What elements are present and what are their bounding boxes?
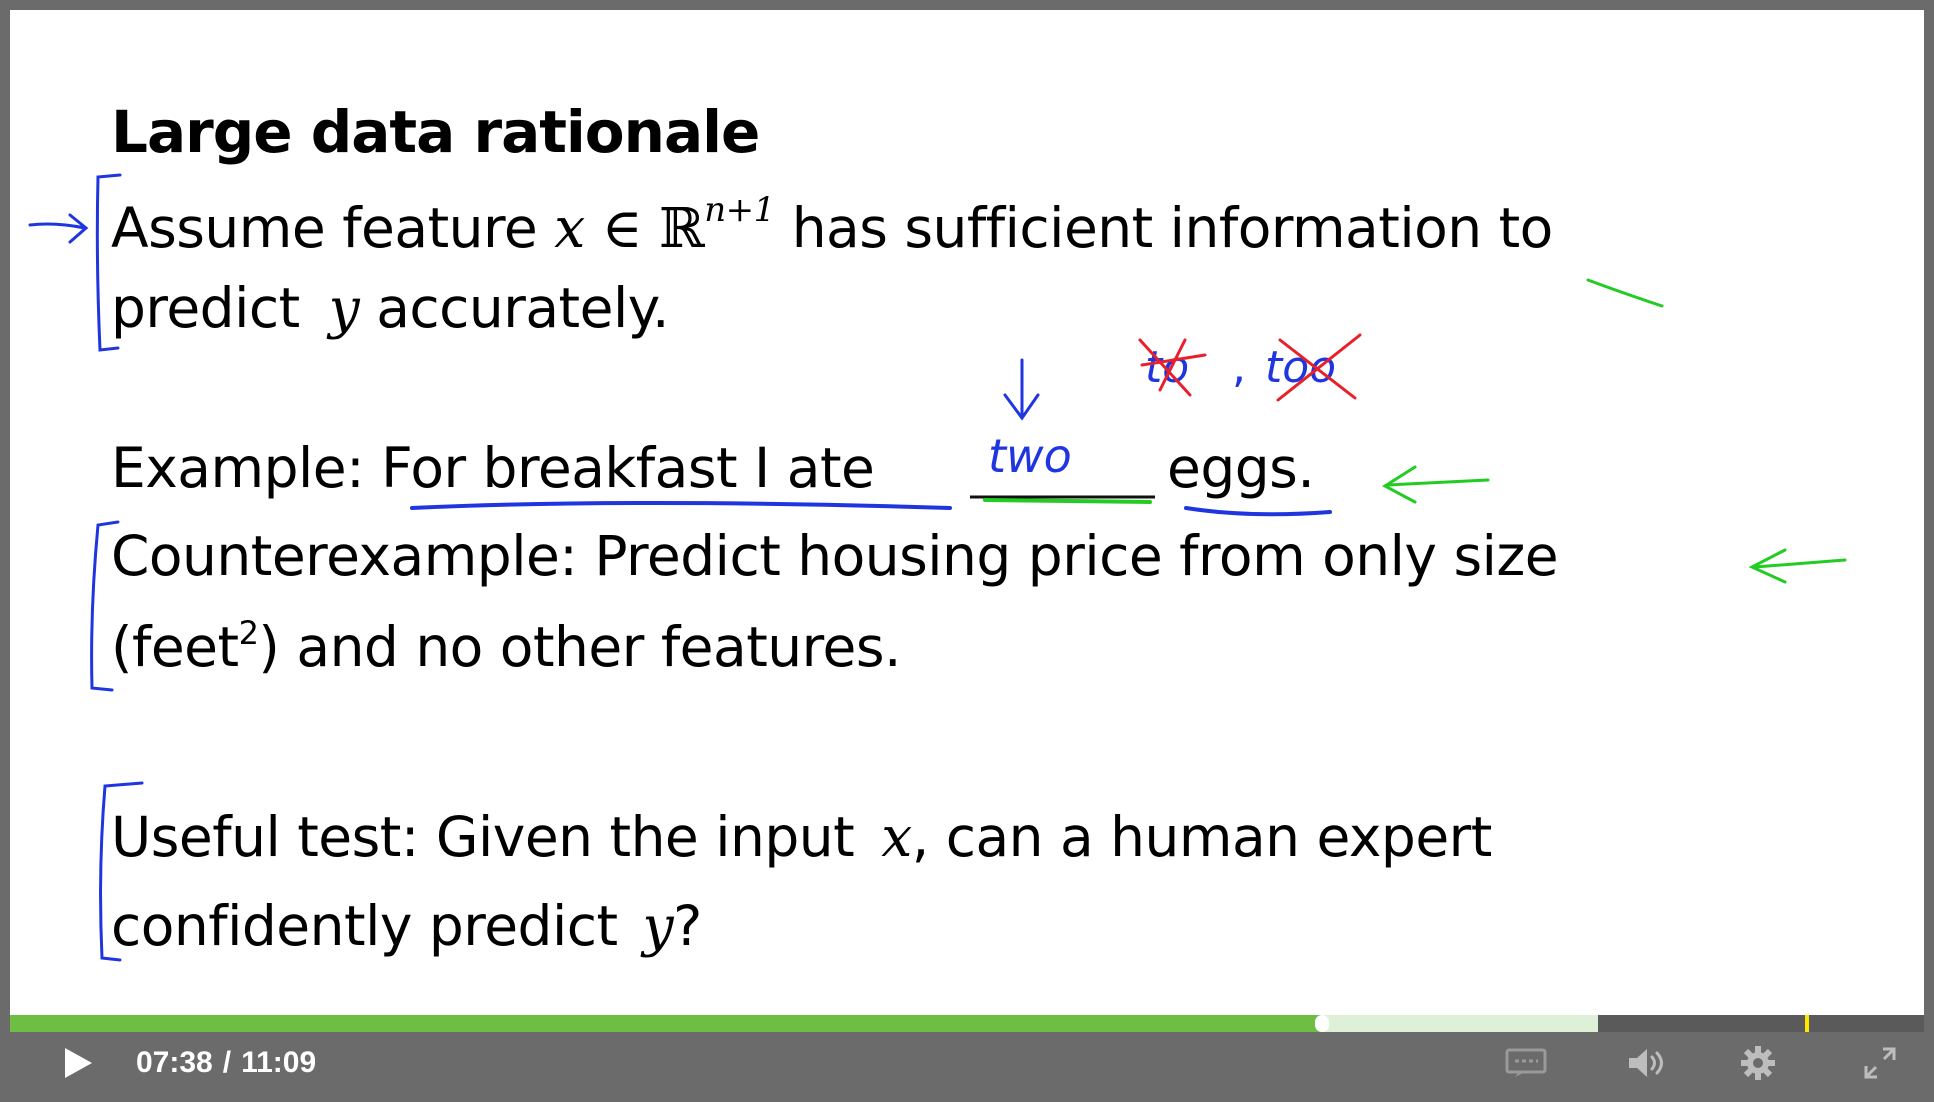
red-cross-1	[1138, 338, 1207, 397]
example-phrase: For breakfast I ate	[381, 436, 875, 500]
play-icon	[65, 1048, 92, 1078]
math-y-2: y	[642, 894, 674, 958]
example-label: Example:	[111, 436, 365, 500]
math-reals: ℝ	[658, 196, 705, 260]
counter-prefix: (feet	[111, 615, 239, 679]
green-arrow-example-icon	[1382, 465, 1490, 504]
captions-icon	[1505, 1048, 1547, 1077]
counter-superscript: 2	[238, 614, 259, 652]
blue-underline-eggs	[1184, 506, 1332, 517]
fullscreen-button[interactable]	[1850, 1032, 1910, 1094]
control-bar: 07:38 / 11:09	[10, 1032, 1924, 1094]
red-cross-2	[1276, 333, 1362, 402]
crossed-word-too: too	[1265, 342, 1336, 393]
accurately-word: accurately.	[376, 276, 669, 340]
assume-suffix: has sufficient information to	[791, 196, 1554, 260]
video-player: Large data rationale Assume feature x ∈ …	[0, 0, 1934, 1102]
counter-line-1: Counterexample: Predict housing price fr…	[111, 524, 1559, 588]
play-button[interactable]	[48, 1032, 108, 1094]
green-underline-blank	[983, 498, 1152, 504]
blue-arrow-left-icon	[28, 213, 89, 244]
volume-button[interactable]	[1616, 1032, 1676, 1094]
useful-line-1: Useful test: Given the input x, can a hu…	[111, 805, 1492, 869]
lecture-slide[interactable]: Large data rationale Assume feature x ∈ …	[10, 10, 1924, 1015]
blue-down-arrow-icon	[1003, 358, 1040, 421]
blue-underline-phrase	[410, 501, 952, 510]
counter-suffix: ) and no other features.	[258, 615, 902, 679]
captions-button[interactable]	[1496, 1032, 1556, 1094]
confidently-word: confidently predict	[111, 894, 618, 958]
time-separator: /	[222, 1046, 232, 1079]
math-exponent: n+1	[704, 190, 775, 230]
cue-marker[interactable]	[1805, 1015, 1809, 1032]
current-time: 07:38	[136, 1046, 213, 1079]
useful-line-2: confidently predict y?	[111, 894, 702, 958]
played-bar	[10, 1015, 1323, 1032]
duration: 11:09	[241, 1046, 317, 1079]
volume-icon	[1629, 1049, 1663, 1077]
assume-line-2: predict y accurately.	[111, 276, 669, 340]
useful-prefix: Useful test: Given the input	[111, 805, 855, 869]
crossed-word-to: to	[1145, 342, 1189, 393]
example-line: Example: For breakfast I ate	[111, 436, 875, 500]
assume-prefix: Assume feature	[111, 196, 538, 260]
useful-suffix: , can a human expert	[911, 805, 1493, 869]
predict-word: predict	[111, 276, 300, 340]
counter-line-2: (feet2) and no other features.	[111, 614, 902, 679]
example-end: eggs.	[1167, 436, 1315, 500]
settings-button[interactable]	[1728, 1032, 1788, 1094]
handwritten-two: two	[988, 429, 1072, 483]
seek-bar[interactable]	[10, 1015, 1924, 1032]
time-display: 07:38 / 11:09	[136, 1032, 316, 1094]
slide-title: Large data rationale	[111, 98, 760, 166]
question-mark: ?	[673, 894, 702, 958]
fullscreen-icon	[1864, 1047, 1896, 1079]
gear-icon	[1741, 1046, 1775, 1080]
math-x: x	[554, 196, 585, 260]
math-in: ∈	[601, 196, 643, 260]
green-dash	[1586, 278, 1664, 308]
handwritten-comma: ,	[1232, 342, 1246, 393]
assume-line-1: Assume feature x ∈ ℝn+1 has sufficient i…	[111, 190, 1553, 260]
math-y: y	[328, 276, 360, 340]
green-arrow-counter-icon	[1748, 548, 1847, 584]
math-x-2: x	[881, 805, 912, 869]
seek-handle[interactable]	[1315, 1015, 1330, 1032]
